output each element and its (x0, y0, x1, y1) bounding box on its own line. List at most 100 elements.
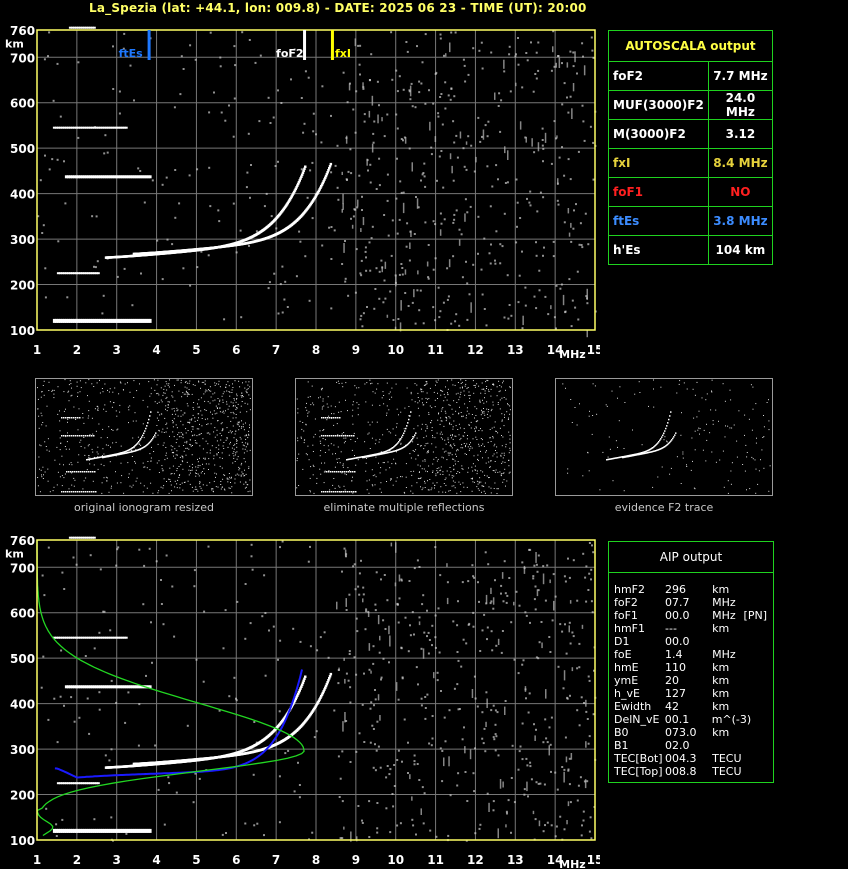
noise-dot (537, 69, 540, 72)
thumb-noise (208, 469, 209, 470)
thumb-noise (423, 437, 425, 439)
noise-dot (56, 158, 59, 161)
autoscala-value: 104 km (707, 235, 774, 265)
thumb-noise (135, 462, 136, 464)
thumb-noise (162, 428, 164, 430)
thumb-es (329, 435, 331, 437)
noise-dot (55, 835, 58, 837)
noise-dot (450, 31, 453, 34)
thumb-noise (379, 472, 381, 474)
thumb-noise (297, 440, 299, 442)
thumb-noise (415, 458, 417, 460)
thumb-noise (199, 445, 201, 447)
thumb-noise (323, 471, 325, 473)
noise-dot (166, 238, 169, 241)
thumb-noise (758, 470, 760, 472)
noise-dot (53, 697, 56, 700)
thumb-noise (73, 477, 75, 479)
thumb-noise (82, 488, 84, 490)
noise-dot (481, 67, 484, 70)
thumb-noise (387, 461, 389, 463)
thumb-noise (307, 445, 309, 447)
thumb-noise (220, 481, 222, 482)
thumb-noise (63, 477, 65, 479)
noise-dot (424, 696, 427, 698)
thumb-noise (722, 450, 724, 452)
thumb-noise (161, 431, 163, 433)
thumb-noise (474, 386, 476, 388)
thumb-trace (673, 436, 675, 438)
thumb-noise (327, 406, 329, 408)
thumb-noise (379, 488, 381, 490)
thumb-noise (365, 470, 367, 472)
thumb-noise (503, 479, 505, 481)
noise-streak (465, 141, 468, 145)
x-unit-label: MHz (559, 348, 586, 360)
thumb-noise (249, 479, 251, 481)
noise-dot (396, 127, 399, 130)
thumb-noise (477, 420, 479, 422)
thumb-noise (210, 423, 212, 425)
thumb-noise (134, 461, 136, 463)
thumb-noise (180, 420, 182, 422)
noise-dot (550, 716, 553, 719)
noise-dot (66, 296, 69, 299)
noise-dot (264, 674, 267, 677)
noise-dot (521, 758, 524, 761)
thumb-noise (400, 476, 401, 478)
thumb-noise (249, 398, 251, 399)
noise-dot (376, 80, 379, 83)
noise-dot (506, 594, 509, 597)
noise-dot (117, 546, 120, 549)
thumb-noise (458, 399, 460, 401)
noise-dot (473, 790, 476, 793)
noise-dot (45, 807, 48, 810)
noise-dot (281, 540, 284, 543)
thumb-noise (128, 473, 130, 475)
thumb-trace (142, 434, 144, 437)
x-tick-label: 7 (272, 343, 280, 357)
thumb-noise (192, 490, 194, 492)
thumb-noise (494, 482, 496, 484)
thumb-noise (188, 382, 190, 384)
thumb-noise (199, 481, 201, 483)
thumb-noise (249, 490, 251, 492)
thumb-noise (738, 410, 740, 412)
thumb-noise (249, 409, 251, 411)
thumb-noise (85, 382, 87, 384)
noise-dot (91, 215, 94, 218)
noise-layer (40, 540, 597, 842)
noise-dot (542, 830, 545, 833)
noise-dot (557, 55, 560, 58)
thumb-noise (166, 422, 168, 424)
noise-dot (341, 570, 343, 573)
thumb-noise (97, 410, 99, 411)
thumb-noise (343, 442, 345, 444)
noise-dot (551, 619, 554, 622)
thumb-noise (102, 391, 104, 393)
thumb-noise (428, 414, 430, 415)
thumb-noise (698, 410, 700, 412)
thumb-noise (195, 466, 197, 468)
thumb-noise (475, 415, 477, 416)
thumb-noise (459, 393, 461, 395)
noise-dot (350, 172, 353, 175)
thumb-noise (449, 490, 451, 491)
noise-dot (472, 611, 475, 614)
noise-streak (445, 53, 447, 57)
noise-dot (542, 196, 545, 199)
thumb-noise (217, 398, 219, 399)
noise-streak (459, 131, 462, 139)
thumb-noise (215, 405, 217, 407)
noise-dot (402, 88, 405, 91)
thumb-es (337, 435, 339, 437)
thumb-noise (111, 406, 113, 408)
thumb-noise (176, 468, 178, 469)
thumb-noise (446, 399, 448, 401)
thumb-es (77, 435, 79, 437)
thumb-noise (160, 486, 162, 488)
noise-dot (500, 592, 502, 595)
thumb-noise (497, 402, 499, 403)
thumb-noise (248, 466, 250, 468)
noise-dot (330, 114, 332, 117)
